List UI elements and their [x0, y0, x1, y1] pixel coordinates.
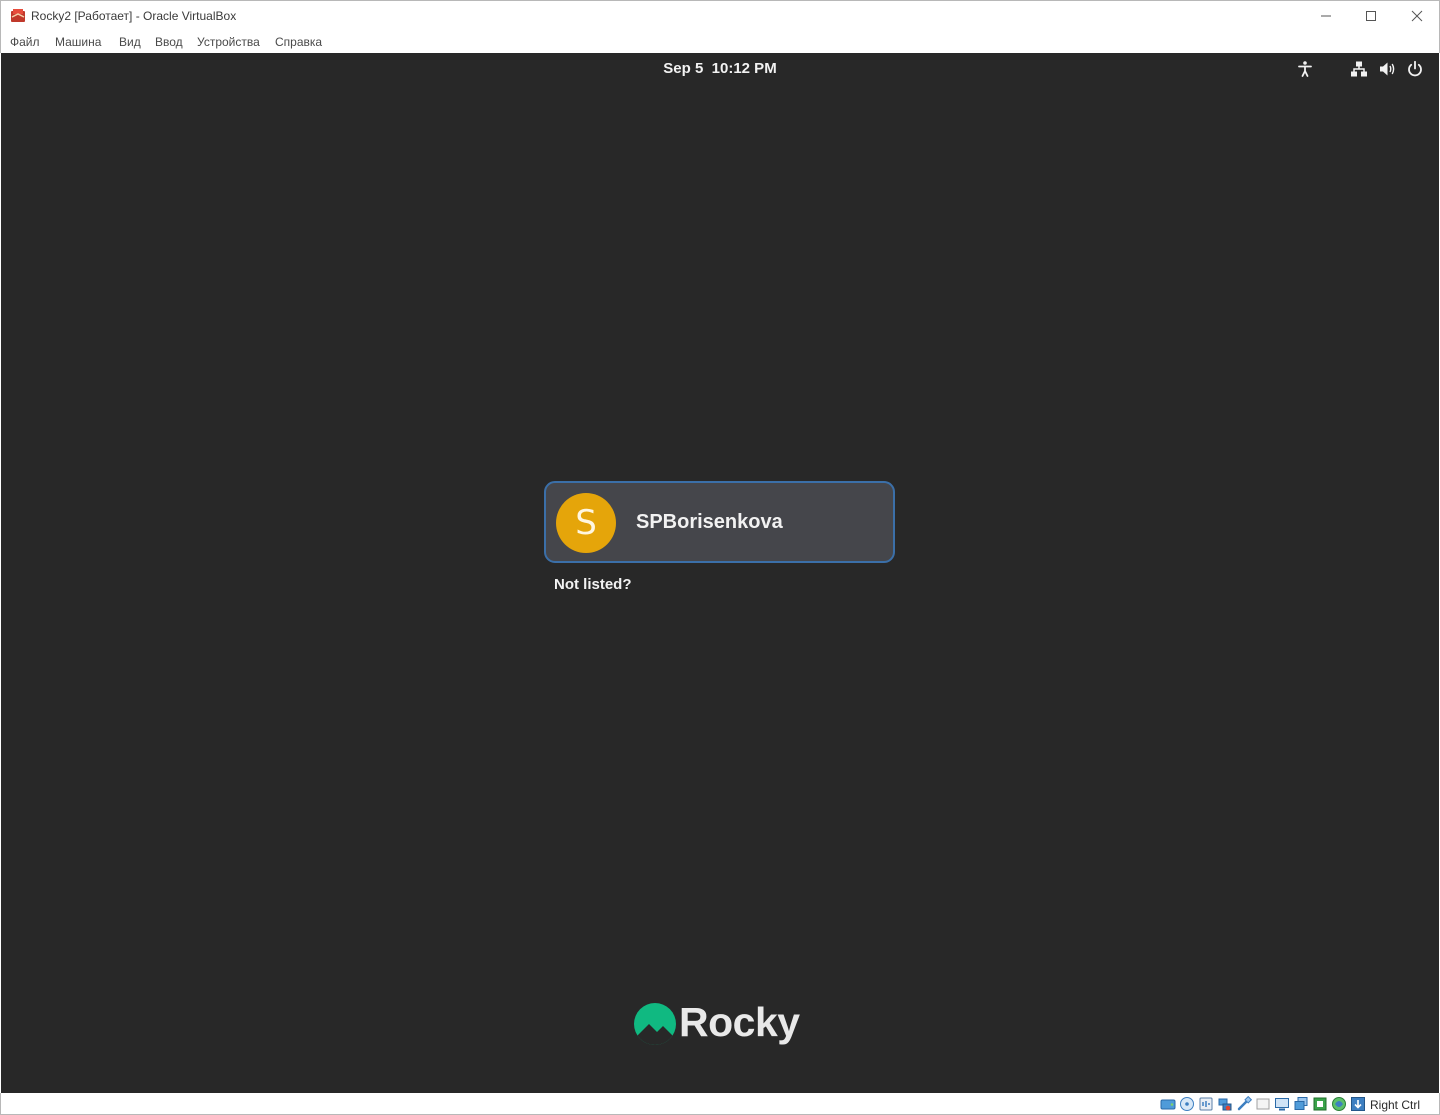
usb-icon[interactable]: [1236, 1096, 1252, 1112]
network-icon[interactable]: [1350, 60, 1368, 78]
keyboard-capture-icon[interactable]: [1350, 1096, 1366, 1112]
virtualbox-app-icon: [11, 9, 25, 22]
vm-status-bar: Right Ctrl: [0, 1093, 1440, 1115]
datetime-clock[interactable]: Sep 5 10:12 PM: [1, 60, 1439, 77]
menu-input[interactable]: Ввод: [155, 35, 183, 49]
display-icon[interactable]: [1274, 1096, 1290, 1112]
maximize-button[interactable]: [1348, 1, 1394, 31]
menu-devices[interactable]: Устройства: [197, 35, 260, 49]
host-key-label[interactable]: Right Ctrl: [1370, 1098, 1420, 1112]
user-list-item[interactable]: S SPBorisenkova: [544, 481, 895, 563]
not-listed-button[interactable]: Not listed?: [554, 576, 632, 593]
accessibility-icon[interactable]: [1296, 60, 1314, 78]
menu-machine[interactable]: Машина: [55, 35, 101, 49]
menu-view[interactable]: Вид: [119, 35, 141, 49]
optical-drive-icon[interactable]: [1179, 1096, 1195, 1112]
close-icon: [1411, 10, 1423, 22]
hard-disk-icon[interactable]: [1160, 1096, 1176, 1112]
close-button[interactable]: [1394, 1, 1440, 31]
maximize-icon: [1366, 11, 1376, 21]
network-adapter-icon[interactable]: [1217, 1096, 1233, 1112]
window-titlebar[interactable]: Rocky2 [Работает] - Oracle VirtualBox: [0, 0, 1440, 31]
rocky-mountain-icon: [634, 1003, 676, 1045]
menu-bar: Файл Машина Вид Ввод Устройства Справка: [0, 31, 1440, 53]
rocky-wordmark: Rocky: [679, 999, 800, 1045]
audio-icon[interactable]: [1198, 1096, 1214, 1112]
video-capture-icon[interactable]: [1293, 1096, 1309, 1112]
menu-help[interactable]: Справка: [275, 35, 322, 49]
volume-icon[interactable]: [1378, 60, 1396, 78]
menu-file[interactable]: Файл: [10, 35, 40, 49]
user-name: SPBorisenkova: [636, 511, 783, 533]
minimize-icon: [1321, 15, 1331, 17]
window-title: Rocky2 [Работает] - Oracle VirtualBox: [31, 9, 237, 23]
power-icon[interactable]: [1406, 60, 1424, 78]
shared-folders-icon[interactable]: [1255, 1096, 1271, 1112]
minimize-button[interactable]: [1303, 1, 1349, 31]
rocky-logo: Rocky: [633, 999, 809, 1049]
recording-icon[interactable]: [1312, 1096, 1328, 1112]
user-avatar: S: [556, 493, 616, 553]
cpu-icon[interactable]: [1331, 1096, 1347, 1112]
vm-display[interactable]: Sep 5 10:12 PM S SPBorisenkova Not liste…: [1, 53, 1439, 1093]
